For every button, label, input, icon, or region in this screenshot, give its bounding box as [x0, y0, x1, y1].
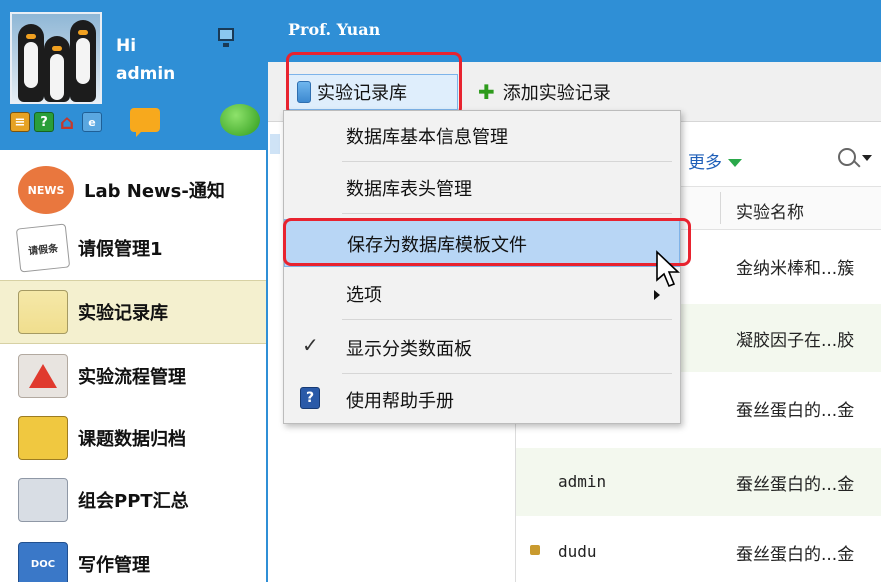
sidebar: Hi admin ≡ ? ⌂ e NEWS Lab News-通知 请假条 请假…: [0, 0, 268, 582]
menu-separator: [342, 213, 672, 214]
column-divider[interactable]: [720, 192, 721, 224]
lock-icon: [530, 545, 540, 555]
nav-item-label: 实验记录库: [78, 303, 168, 324]
news-icon: NEWS: [18, 166, 74, 214]
nav-item-label: Lab News-通知: [84, 181, 225, 202]
chat-bubble-icon[interactable]: [220, 104, 260, 136]
submenu-arrow-icon: [654, 290, 660, 300]
nav-item-leave[interactable]: 请假条 请假管理1: [0, 216, 266, 280]
menu-item-label: 数据库表头管理: [346, 179, 472, 200]
menu-separator: [342, 319, 672, 320]
nav-item-lab-records[interactable]: 实验记录库: [0, 280, 266, 344]
penguin-figure: [44, 36, 70, 102]
nav-item-writing[interactable]: DOC 写作管理: [0, 532, 266, 582]
flask-icon: [18, 354, 68, 398]
table-row[interactable]: dudu 蚕丝蛋白的...金: [516, 518, 881, 582]
menu-item-label: 数据库基本信息管理: [346, 127, 508, 148]
nav-item-archive[interactable]: 课题数据归档: [0, 406, 266, 470]
penguin-figure: [18, 24, 44, 102]
ie-icon[interactable]: e: [82, 112, 102, 132]
menu-item-label: 显示分类数面板: [346, 339, 472, 360]
username-label: admin: [116, 64, 176, 84]
nav-item-label: 请假管理1: [78, 239, 163, 260]
annotation-highlight: [286, 52, 462, 116]
row-name: 蚕丝蛋白的...金: [736, 545, 855, 565]
notebook-icon: [18, 290, 68, 334]
nav-item-ppt[interactable]: 组会PPT汇总: [0, 468, 266, 532]
profile-panel: Hi admin: [0, 0, 268, 108]
doc-write-icon: DOC: [18, 542, 68, 582]
row-user: dudu: [558, 542, 597, 561]
menu-separator: [342, 373, 672, 374]
page-title: Prof. Yuan: [288, 20, 381, 39]
help-book-icon: ?: [300, 387, 320, 409]
ppt-icon: [18, 478, 68, 522]
nav-item-label: 实验流程管理: [78, 367, 186, 388]
greeting-label: Hi: [116, 36, 137, 56]
row-name: 蚕丝蛋白的...金: [736, 401, 855, 421]
document-icon[interactable]: ≡: [10, 112, 30, 132]
row-name: 蚕丝蛋白的...金: [736, 475, 855, 495]
menu-item-db-info[interactable]: 数据库基本信息管理: [284, 111, 680, 159]
menu-separator: [342, 161, 672, 162]
add-record-label: 添加实验记录: [502, 83, 611, 104]
home-icon[interactable]: ⌂: [56, 111, 78, 133]
more-label: 更多: [688, 153, 722, 173]
row-name: 凝胶因子在...胶: [736, 331, 855, 351]
add-record-button[interactable]: ✚ 添加实验记录: [478, 74, 611, 110]
nav-item-label: 写作管理: [78, 555, 150, 576]
nav-item-lab-news[interactable]: NEWS Lab News-通知: [0, 158, 266, 222]
search-dropdown-caret-icon[interactable]: [862, 155, 872, 161]
quick-toolbar: ≡ ? ⌂ e: [10, 104, 260, 140]
leave-note-icon: 请假条: [15, 223, 71, 273]
menu-item-label: 使用帮助手册: [346, 391, 454, 412]
menu-item-options[interactable]: 选项: [284, 269, 680, 317]
menu-item-show-category-panel[interactable]: ✓ 显示分类数面板: [284, 323, 680, 371]
column-header-name[interactable]: 实验名称: [736, 198, 804, 223]
menu-item-help-manual[interactable]: ? 使用帮助手册: [284, 375, 680, 423]
mouse-cursor-icon: [656, 250, 680, 288]
menu-item-label: 选项: [346, 285, 382, 306]
monitor-icon[interactable]: [218, 28, 234, 47]
nav-item-label: 课题数据归档: [78, 429, 186, 450]
category-tab[interactable]: [270, 134, 280, 154]
avatar[interactable]: [10, 12, 102, 104]
plus-icon: ✚: [478, 80, 495, 104]
archive-icon: [18, 416, 68, 460]
nav-item-label: 组会PPT汇总: [78, 491, 189, 512]
chevron-down-icon: [728, 159, 742, 167]
table-row[interactable]: admin 蚕丝蛋白的...金: [516, 448, 881, 516]
lab-records-dropdown-menu: 数据库基本信息管理 数据库表头管理 保存为数据库模板文件 选项 ✓ 显示分类数面…: [283, 110, 681, 424]
nav-item-workflow[interactable]: 实验流程管理: [0, 344, 266, 408]
checkmark-icon: ✓: [302, 333, 319, 357]
annotation-highlight: [283, 218, 691, 266]
row-user: admin: [558, 472, 607, 491]
search-icon[interactable]: [838, 148, 856, 166]
help-icon[interactable]: ?: [34, 112, 54, 132]
nav-list: NEWS Lab News-通知 请假条 请假管理1 实验记录库 实验流程管理 …: [0, 150, 266, 582]
menu-item-db-header[interactable]: 数据库表头管理: [284, 163, 680, 211]
row-name: 金纳米棒和...簇: [736, 259, 855, 279]
penguin-figure: [70, 20, 96, 102]
message-icon[interactable]: [130, 108, 160, 137]
more-link[interactable]: 更多: [688, 148, 742, 173]
